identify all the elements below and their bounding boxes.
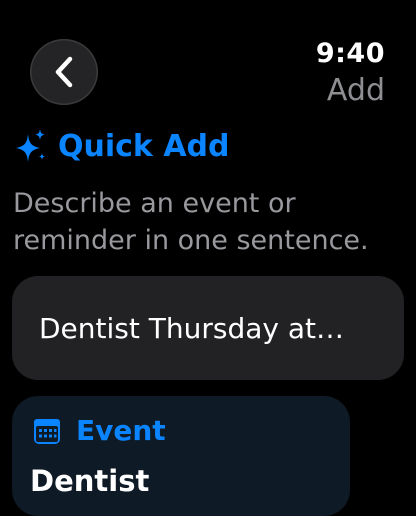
event-type-label: Event xyxy=(76,414,166,447)
chevron-left-icon xyxy=(55,56,73,88)
status-time: 9:40 xyxy=(315,38,385,69)
calendar-icon xyxy=(34,418,60,444)
sparkles-icon xyxy=(16,129,45,162)
screen-title: Add xyxy=(326,73,385,108)
back-button[interactable] xyxy=(30,39,98,105)
quick-add-title: Quick Add xyxy=(58,128,230,164)
event-preview-card[interactable]: Event Dentist xyxy=(12,396,350,516)
sentence-input[interactable]: Dentist Thursday at… xyxy=(12,276,404,380)
quick-add-description: Describe an event or reminder in one sen… xyxy=(13,188,369,256)
event-card-header: Event xyxy=(32,414,166,447)
sentence-input-value: Dentist Thursday at… xyxy=(39,311,344,345)
event-title: Dentist xyxy=(30,464,150,498)
quick-add-header: Quick Add xyxy=(14,128,230,164)
